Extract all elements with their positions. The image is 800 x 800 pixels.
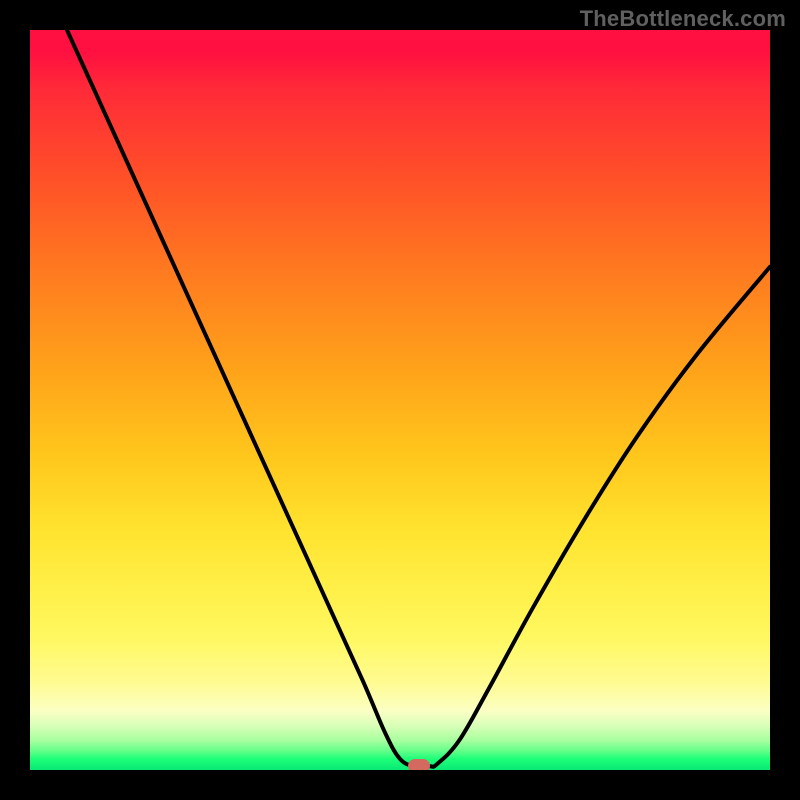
- watermark-text: TheBottleneck.com: [580, 6, 786, 32]
- chart-frame: TheBottleneck.com: [0, 0, 800, 800]
- current-point-marker: [408, 759, 430, 770]
- plot-area: [30, 30, 770, 770]
- bottleneck-curve: [30, 30, 770, 770]
